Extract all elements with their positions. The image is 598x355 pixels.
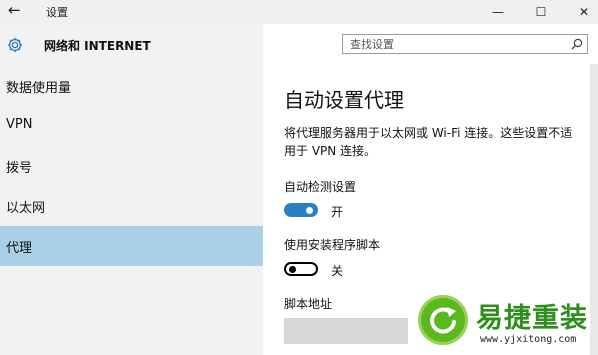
page-title: 自动设置代理 xyxy=(284,88,404,112)
sidebar-item-ethernet[interactable]: 以太网 xyxy=(0,186,263,226)
sidebar-item-vpn[interactable]: VPN xyxy=(0,106,263,146)
sidebar-item-label: 代理 xyxy=(6,241,33,256)
search-box xyxy=(342,34,588,54)
description-text: 将代理服务器用于以太网或 Wi-Fi 连接。这些设置不适用于 VPN 连接。 xyxy=(284,126,573,158)
sidebar-item-proxy[interactable]: 代理 xyxy=(0,226,263,266)
use-script-toggle[interactable] xyxy=(284,262,318,276)
gear-icon xyxy=(7,37,23,53)
sidebar-item-label: 拨号 xyxy=(6,161,33,176)
auto-detect-state: 开 xyxy=(331,205,344,219)
sidebar-item-dial-up[interactable]: 拨号 xyxy=(0,146,263,186)
toggle-knob xyxy=(289,266,296,273)
sidebar: 网络和 INTERNET 数据使用量 VPN 拨号 以太网 代理 xyxy=(0,24,263,355)
sidebar-item-data-usage[interactable]: 数据使用量 xyxy=(0,66,263,106)
watermark-logo: 易捷重装 www.yjxitong.com xyxy=(408,290,598,355)
watermark-text: 易捷重装 xyxy=(476,303,588,334)
use-script-state: 关 xyxy=(331,264,344,278)
use-script-label: 使用安装程序脚本 xyxy=(284,238,381,252)
search-input[interactable] xyxy=(343,35,564,53)
section-title: 网络和 INTERNET xyxy=(44,39,151,53)
close-button[interactable]: ✕ xyxy=(573,2,595,22)
search-icon[interactable] xyxy=(571,38,583,50)
maximize-button[interactable]: ☐ xyxy=(530,2,552,22)
watermark-url: www.yjxitong.com xyxy=(480,334,577,345)
sidebar-item-label: 以太网 xyxy=(6,201,46,216)
title-bar: ← 设置 — ☐ ✕ xyxy=(0,0,598,24)
script-address-label: 脚本地址 xyxy=(284,297,333,311)
window-title: 设置 xyxy=(46,6,68,19)
toggle-knob xyxy=(306,207,313,214)
auto-detect-label: 自动检测设置 xyxy=(284,180,357,194)
script-address-input[interactable] xyxy=(284,318,408,344)
back-arrow-icon[interactable]: ← xyxy=(8,1,21,19)
logo-circle xyxy=(418,295,468,345)
refresh-arrow-icon xyxy=(430,307,456,334)
auto-detect-toggle[interactable] xyxy=(284,203,318,217)
sidebar-item-label: 数据使用量 xyxy=(6,81,72,96)
sidebar-item-label: VPN xyxy=(6,117,33,132)
minimize-button[interactable]: — xyxy=(487,2,509,22)
